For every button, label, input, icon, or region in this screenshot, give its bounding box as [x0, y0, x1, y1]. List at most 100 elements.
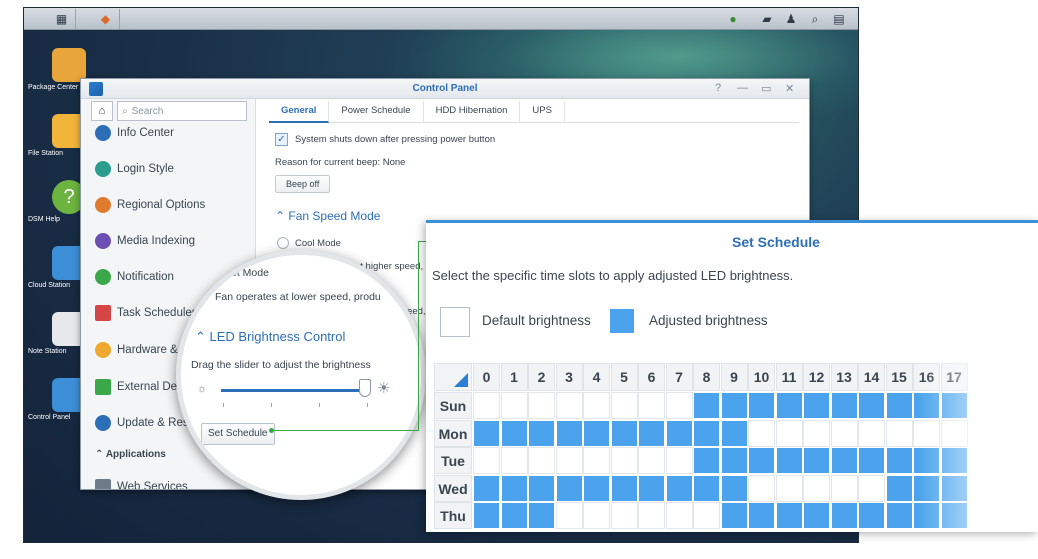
schedule-cell[interactable] — [665, 474, 693, 502]
schedule-cell[interactable] — [693, 447, 720, 474]
schedule-cell[interactable] — [885, 502, 913, 529]
schedule-cell[interactable] — [803, 447, 830, 474]
close-button[interactable]: ✕ — [785, 82, 794, 95]
schedule-cell[interactable] — [610, 392, 638, 419]
brightness-slider-thumb[interactable] — [359, 379, 371, 397]
schedule-cell[interactable] — [500, 419, 528, 447]
schedule-cell[interactable] — [885, 392, 913, 419]
day-header[interactable]: Tue — [434, 447, 472, 474]
schedule-cell[interactable] — [473, 474, 500, 502]
schedule-cell[interactable] — [638, 474, 665, 502]
schedule-cell[interactable] — [748, 502, 775, 529]
schedule-cell[interactable] — [720, 502, 748, 529]
hour-header[interactable]: 3 — [555, 363, 583, 391]
schedule-cell[interactable] — [858, 502, 885, 529]
tab-power-schedule[interactable]: Power Schedule — [329, 101, 424, 123]
schedule-cell[interactable] — [830, 419, 858, 447]
schedule-cell[interactable] — [830, 474, 858, 502]
schedule-cell[interactable] — [638, 502, 665, 529]
schedule-cell[interactable] — [555, 392, 583, 419]
schedule-cell[interactable] — [913, 419, 940, 447]
schedule-cell[interactable] — [775, 392, 803, 419]
shutdown-checkbox[interactable]: ✓ — [275, 133, 288, 146]
hour-header[interactable]: 4 — [583, 363, 610, 391]
schedule-cell[interactable] — [748, 419, 775, 447]
hour-header[interactable]: 6 — [638, 363, 665, 391]
schedule-cell[interactable] — [720, 474, 748, 502]
sidebar-item-web-services[interactable]: Web Services — [95, 479, 188, 489]
schedule-cell[interactable] — [665, 392, 693, 419]
maximize-button[interactable]: ▭ — [761, 82, 771, 95]
schedule-cell[interactable] — [583, 392, 610, 419]
schedule-cell[interactable] — [885, 419, 913, 447]
tab-hdd-hibernation[interactable]: HDD Hibernation — [424, 101, 521, 123]
sidebar-item-login-style[interactable]: Login Style — [95, 161, 174, 177]
home-button[interactable]: ⌂ — [91, 101, 113, 121]
schedule-cell[interactable] — [555, 502, 583, 529]
hour-header[interactable]: 15 — [885, 363, 913, 391]
schedule-cell[interactable] — [610, 447, 638, 474]
schedule-cell[interactable] — [775, 474, 803, 502]
schedule-cell[interactable] — [940, 392, 968, 419]
schedule-cell[interactable] — [473, 447, 500, 474]
schedule-cell[interactable] — [500, 502, 528, 529]
schedule-cell[interactable] — [665, 419, 693, 447]
schedule-cell[interactable] — [858, 447, 885, 474]
status-icon[interactable]: ● — [724, 10, 742, 28]
search-icon[interactable]: ⌕ — [806, 10, 824, 28]
schedule-cell[interactable] — [720, 419, 748, 447]
tab-ups[interactable]: UPS — [520, 101, 565, 123]
schedule-cell[interactable] — [693, 392, 720, 419]
schedule-cell[interactable] — [638, 447, 665, 474]
beep-off-button[interactable]: Beep off — [275, 175, 331, 193]
tab-general[interactable]: General — [269, 101, 330, 123]
hour-header[interactable]: 17 — [940, 363, 968, 391]
sidebar-item-info-center[interactable]: Info Center — [95, 125, 174, 141]
schedule-cell[interactable] — [913, 447, 940, 474]
schedule-cell[interactable] — [830, 502, 858, 529]
brightness-slider-track[interactable] — [221, 389, 371, 392]
sidebar-item-media-indexing[interactable]: Media Indexing — [95, 233, 195, 249]
day-header[interactable]: Mon — [434, 419, 472, 447]
schedule-cell[interactable] — [858, 474, 885, 502]
led-brightness-heading[interactable]: ⌃ LED Brightness Control — [195, 329, 345, 345]
schedule-cell[interactable] — [720, 447, 748, 474]
schedule-cell[interactable] — [610, 502, 638, 529]
fan-speed-heading[interactable]: ⌃ Fan Speed Mode — [275, 209, 380, 223]
schedule-cell[interactable] — [638, 419, 665, 447]
day-header[interactable]: Wed — [434, 474, 472, 502]
hour-header[interactable]: 2 — [528, 363, 555, 391]
hour-header[interactable]: 13 — [830, 363, 858, 391]
schedule-cell[interactable] — [858, 392, 885, 419]
schedule-cell[interactable] — [555, 447, 583, 474]
hour-header[interactable]: 7 — [665, 363, 693, 391]
search-input[interactable]: ⌕ Search — [117, 101, 247, 121]
schedule-cell[interactable] — [583, 447, 610, 474]
schedule-cell[interactable] — [830, 392, 858, 419]
schedule-cell[interactable] — [500, 392, 528, 419]
sidebar-item-task-scheduler[interactable]: Task Scheduler — [95, 305, 196, 321]
schedule-cell[interactable] — [528, 419, 555, 447]
schedule-cell[interactable] — [748, 474, 775, 502]
sidebar-item-notification[interactable]: Notification — [95, 269, 174, 285]
schedule-cell[interactable] — [500, 474, 528, 502]
hour-header[interactable]: 1 — [500, 363, 528, 391]
user-icon[interactable]: ♟ — [782, 10, 800, 28]
sidebar-section-applications[interactable]: ⌃ Applications — [95, 449, 166, 460]
schedule-cell[interactable] — [940, 447, 968, 474]
schedule-cell[interactable] — [473, 419, 500, 447]
schedule-cell[interactable] — [638, 392, 665, 419]
sidebar-item-regional-options[interactable]: Regional Options — [95, 197, 205, 213]
hour-header[interactable]: 14 — [858, 363, 885, 391]
schedule-cell[interactable] — [528, 502, 555, 529]
schedule-cell[interactable] — [775, 419, 803, 447]
schedule-cell[interactable] — [940, 419, 968, 447]
schedule-cell[interactable] — [803, 474, 830, 502]
schedule-cell[interactable] — [748, 392, 775, 419]
schedule-cell[interactable] — [803, 502, 830, 529]
schedule-cell[interactable] — [528, 474, 555, 502]
help-button[interactable]: ? — [715, 82, 721, 94]
schedule-cell[interactable] — [528, 392, 555, 419]
hour-header[interactable]: 5 — [610, 363, 638, 391]
schedule-cell[interactable] — [720, 392, 748, 419]
